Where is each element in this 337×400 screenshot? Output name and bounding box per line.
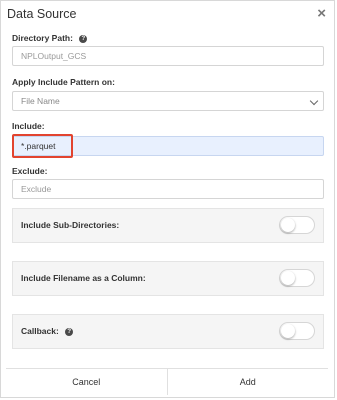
toggle-knob xyxy=(281,271,295,285)
directory-path-label-text: Directory Path: xyxy=(12,33,73,43)
cancel-button[interactable]: Cancel xyxy=(6,369,167,395)
apply-pattern-selected: File Name xyxy=(21,96,60,106)
close-icon[interactable]: × xyxy=(317,6,326,21)
data-source-dialog: Data Source × Directory Path: ? NPLOutpu… xyxy=(0,0,335,398)
help-icon[interactable]: ? xyxy=(65,327,74,336)
callback-toggle[interactable] xyxy=(279,322,315,340)
include-filename-column-label: Include Filename as a Column: xyxy=(21,273,146,283)
include-highlight-box xyxy=(12,134,73,158)
exclude-placeholder: Exclude xyxy=(21,184,52,194)
include-subdirectories-row: Include Sub-Directories: xyxy=(12,208,324,243)
dialog-footer: Cancel Add xyxy=(6,368,328,395)
dialog-title: Data Source xyxy=(7,7,77,21)
add-button[interactable]: Add xyxy=(166,369,329,395)
callback-label-text: Callback: xyxy=(21,326,59,336)
callback-row: Callback: ? xyxy=(12,314,324,349)
toggle-knob xyxy=(281,218,295,232)
exclude-label: Exclude: xyxy=(12,166,48,176)
include-subdirectories-label: Include Sub-Directories: xyxy=(21,220,120,230)
include-filename-column-toggle[interactable] xyxy=(279,269,315,287)
apply-pattern-select[interactable]: File Name xyxy=(12,91,324,111)
chevron-down-icon xyxy=(309,96,319,106)
help-icon[interactable]: ? xyxy=(79,34,88,43)
include-filename-column-row: Include Filename as a Column: xyxy=(12,261,324,296)
directory-path-input[interactable]: NPLOutput_GCS xyxy=(12,46,324,66)
include-subdirectories-toggle[interactable] xyxy=(279,216,315,234)
exclude-input[interactable]: Exclude xyxy=(12,179,324,199)
directory-path-value: NPLOutput_GCS xyxy=(21,51,87,61)
apply-pattern-label: Apply Include Pattern on: xyxy=(12,77,115,87)
include-label: Include: xyxy=(12,121,45,131)
toggle-knob xyxy=(281,324,295,338)
dialog-header: Data Source × xyxy=(1,1,334,26)
callback-label: Callback: ? xyxy=(21,326,74,336)
directory-path-label: Directory Path: ? xyxy=(12,33,88,43)
